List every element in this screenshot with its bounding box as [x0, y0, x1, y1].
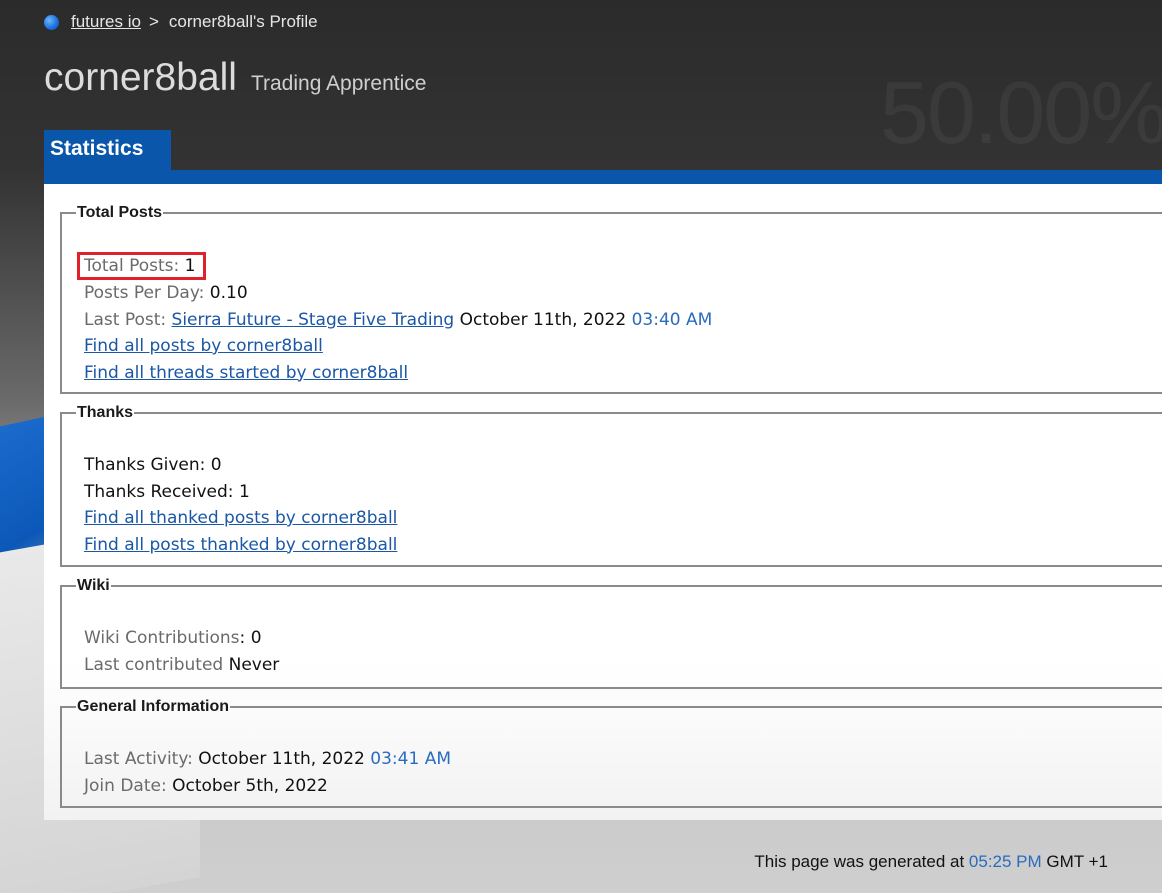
last-post-row: Last Post: Sierra Future - Stage Five Tr… [84, 307, 712, 334]
find-all-threads-link[interactable]: Find all threads started by corner8ball [84, 363, 408, 383]
find-posts-row: Find all posts by corner8ball [84, 333, 712, 360]
last-post-thread-link[interactable]: Sierra Future - Stage Five Trading [172, 310, 455, 330]
last-post-time: 03:40 AM [631, 309, 713, 330]
last-activity-date: October 11th, 2022 [198, 749, 365, 769]
wiki-last-contributed-row: Last contributed Never [84, 652, 279, 679]
last-activity-label: Last Activity: [84, 749, 193, 769]
footer-time: 05:25 PM [968, 852, 1042, 871]
total-posts-highlight: Total Posts: 1 [77, 252, 206, 280]
posts-per-day-value: 0.10 [209, 283, 248, 303]
thanks-section: Thanks Thanks Given: 0 Thanks Received: … [60, 404, 1162, 567]
tab-statistics[interactable]: Statistics [44, 130, 171, 170]
find-all-posts-link[interactable]: Find all posts by corner8ball [84, 336, 323, 356]
total-posts-value: 1 [184, 256, 196, 276]
thanks-received-value: 1 [238, 481, 250, 502]
general-information-section: General Information Last Activity: Octob… [60, 698, 1162, 808]
thanks-given-value: 0 [210, 455, 222, 475]
thanks-received-row: Thanks Received: 1 [84, 479, 397, 506]
find-threads-row: Find all threads started by corner8ball [84, 360, 712, 387]
wiki-contributions-label: Wiki Contributions [84, 628, 240, 648]
breadcrumb-separator: > [148, 12, 159, 31]
last-activity-time: 03:41 AM [370, 749, 451, 769]
wiki-last-contributed-value: Never [228, 654, 280, 675]
join-date-value: October 5th, 2022 [172, 775, 328, 796]
find-posts-thanked-row: Find all posts thanked by corner8ball [84, 532, 397, 559]
breadcrumb: futures io > corner8ball's Profile [44, 12, 318, 32]
thanks-legend: Thanks [77, 404, 134, 421]
tab-underline [44, 170, 1162, 184]
posts-per-day-label: Posts Per Day: [84, 283, 205, 303]
wiki-section: Wiki Wiki Contributions: 0 Last contribu… [60, 577, 1162, 689]
wiki-contributions-value: 0 [250, 628, 262, 648]
profile-username: corner8ball [44, 56, 237, 99]
total-posts-row: Total Posts: 1 [77, 252, 712, 280]
find-thanked-posts-link[interactable]: Find all thanked posts by corner8ball [84, 508, 397, 528]
profile-user-title: Trading Apprentice [250, 72, 427, 95]
wiki-last-contributed-label: Last contributed [84, 654, 224, 675]
find-thanked-row: Find all thanked posts by corner8ball [84, 505, 397, 532]
total-posts-label: Total Posts: [84, 256, 180, 276]
general-information-legend: General Information [77, 698, 230, 715]
page-footer: This page was generated at 05:25 PM GMT … [754, 852, 1108, 872]
total-posts-body: Total Posts: 1 Posts Per Day: 0.10 Last … [77, 252, 712, 387]
globe-icon [44, 14, 59, 30]
footer-suffix: GMT +1 [1046, 852, 1108, 871]
page-title: corner8ball Trading Apprentice [44, 56, 426, 100]
total-posts-section: Total Posts Total Posts: 1 Posts Per Day… [60, 204, 1162, 394]
last-post-date: October 11th, 2022 [459, 309, 627, 330]
breadcrumb-current: corner8ball's Profile [168, 12, 318, 31]
find-posts-thanked-link[interactable]: Find all posts thanked by corner8ball [84, 535, 397, 555]
wiki-body: Wiki Contributions: 0 Last contributed N… [84, 625, 279, 678]
last-post-label: Last Post: [84, 309, 167, 330]
wiki-contributions-row: Wiki Contributions: 0 [84, 628, 262, 648]
wiki-legend: Wiki [77, 577, 110, 594]
join-date-label: Join Date: [84, 775, 167, 796]
breadcrumb-site-link[interactable]: futures io [71, 12, 141, 32]
general-information-body: Last Activity: October 11th, 2022 03:41 … [84, 746, 451, 799]
total-posts-legend: Total Posts [77, 204, 163, 221]
thanks-received-label: Thanks Received: [84, 481, 234, 502]
posts-per-day-row: Posts Per Day: 0.10 [84, 280, 712, 307]
last-activity-row: Last Activity: October 11th, 2022 03:41 … [84, 746, 451, 773]
statistics-panel: Total Posts Total Posts: 1 Posts Per Day… [44, 184, 1162, 820]
join-date-row: Join Date: October 5th, 2022 [84, 773, 451, 800]
tab-bar: Statistics [44, 130, 1162, 184]
thanks-body: Thanks Given: 0 Thanks Received: 1 Find … [84, 452, 397, 558]
thanks-given-label: Thanks Given: [84, 455, 206, 475]
thanks-given-row: Thanks Given: 0 [84, 452, 397, 479]
footer-prefix: This page was generated at [754, 852, 965, 871]
